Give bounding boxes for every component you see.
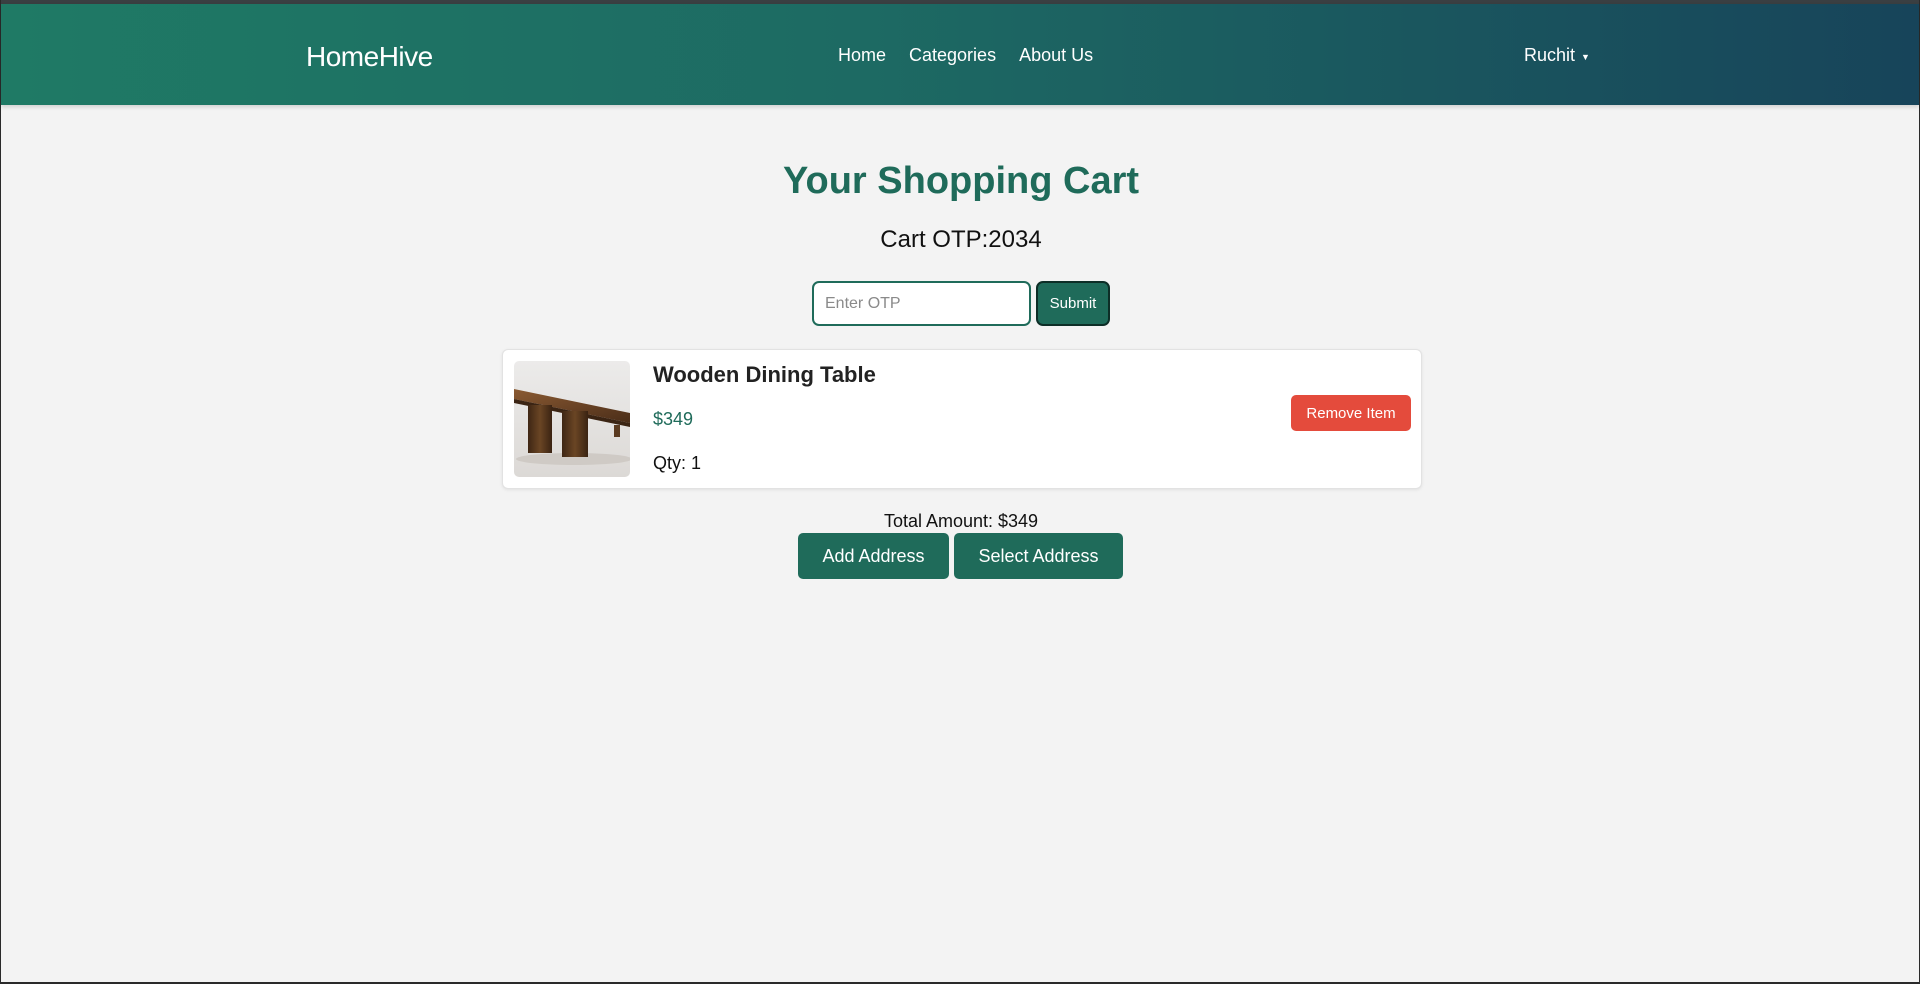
navbar: HomeHive Home Categories About Us Ruchit… — [1, 4, 1919, 105]
user-name: Ruchit — [1524, 45, 1576, 65]
item-price: $349 — [653, 409, 694, 429]
add-address-button[interactable]: Add Address — [798, 533, 949, 579]
otp-form: Submit — [812, 281, 1110, 326]
nav-link-home[interactable]: Home — [838, 45, 886, 66]
remove-item-button[interactable]: Remove Item — [1291, 395, 1411, 431]
brand-logo[interactable]: HomeHive — [306, 41, 433, 73]
otp-submit-button[interactable]: Submit — [1036, 281, 1110, 326]
product-image — [514, 361, 630, 477]
cart-item: Wooden Dining Table $349 Qty: 1 Remove I… — [502, 349, 1422, 489]
total-amount: Total Amount: $349 — [883, 511, 1039, 531]
nav-link-categories[interactable]: Categories — [909, 45, 996, 66]
item-name[interactable]: Wooden Dining Table — [653, 362, 876, 388]
caret-down-icon: ▼ — [1581, 52, 1590, 62]
otp-input[interactable] — [812, 281, 1031, 326]
nav-link-about-us[interactable]: About Us — [1019, 45, 1093, 66]
address-actions: Add Address Select Address — [798, 533, 1123, 579]
select-address-button[interactable]: Select Address — [954, 533, 1123, 579]
wooden-table-photo — [514, 389, 630, 465]
user-menu-dropdown[interactable]: Ruchit ▼ — [1524, 45, 1590, 66]
item-quantity: Qty: 1 — [653, 453, 702, 473]
main-nav: Home Categories About Us — [838, 45, 1093, 66]
page-title: Your Shopping Cart — [782, 160, 1140, 202]
cart-otp-label: Cart OTP:2034 — [880, 226, 1042, 253]
